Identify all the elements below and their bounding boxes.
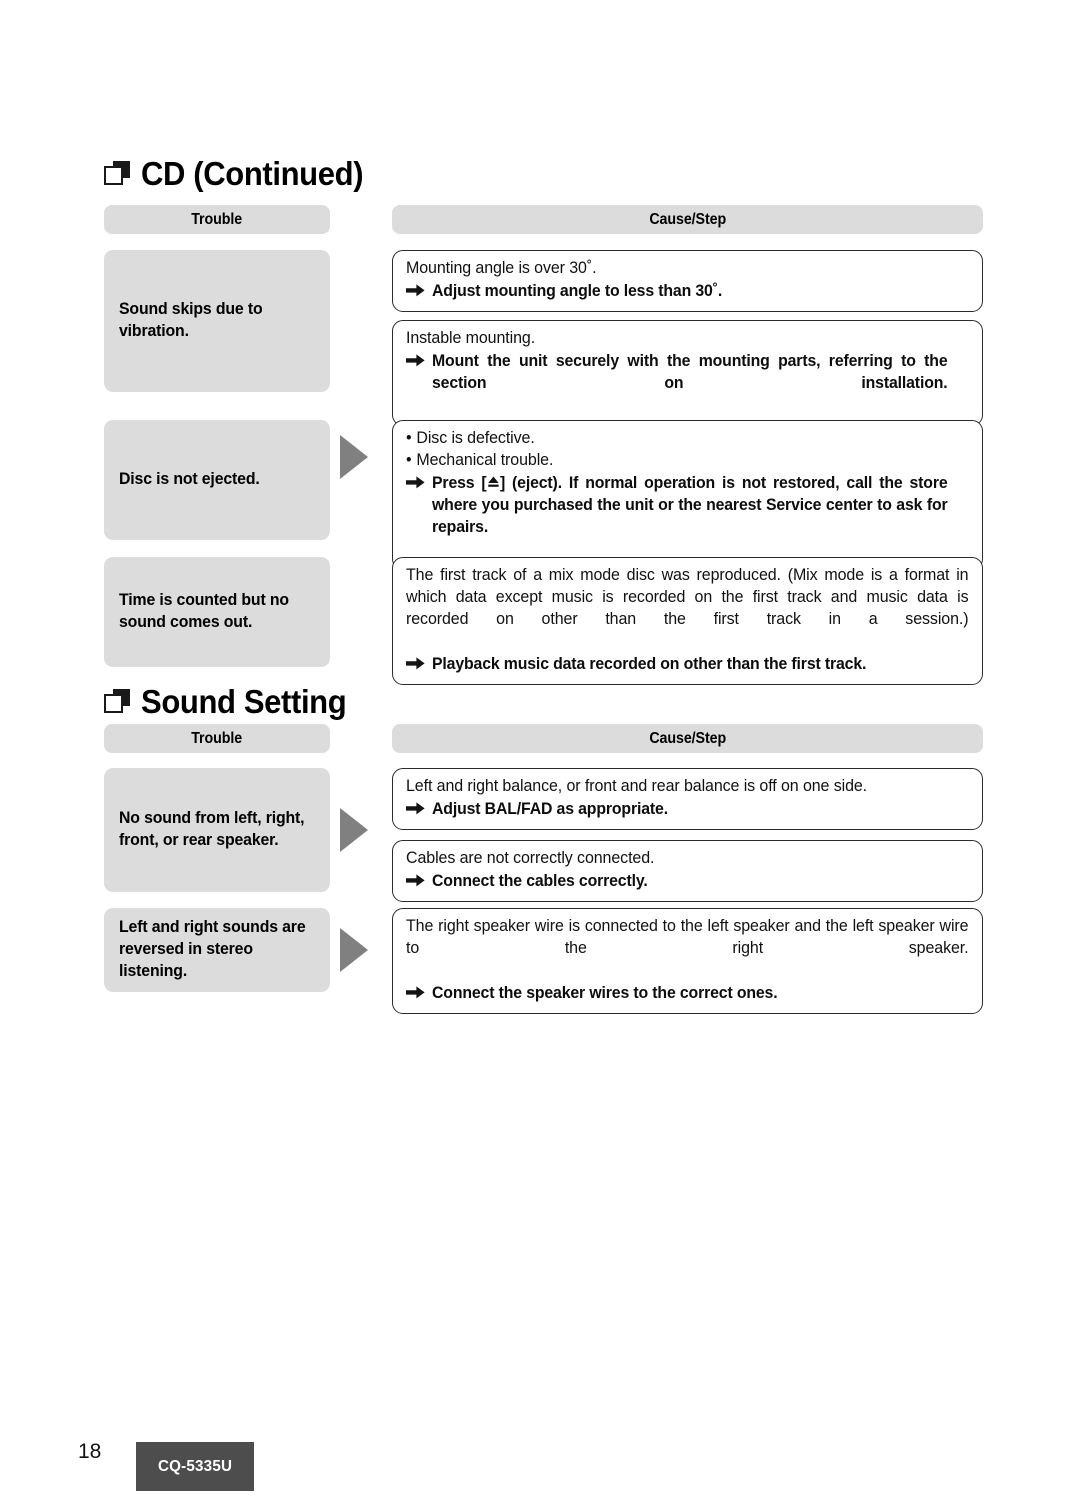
trouble-text: No sound from left, right, front, or rea… (119, 809, 305, 849)
trouble-text: Sound skips due to vibration. (119, 300, 263, 340)
table-row-trouble-cell: Left and right sounds are reversed in st… (104, 908, 330, 992)
cause-bullet: • Mechanical trouble. (406, 450, 968, 472)
row-connector-triangle-icon (340, 928, 368, 972)
row-connector-triangle-icon (340, 435, 368, 479)
arrow-right-icon (406, 351, 425, 417)
action-prefix: Press [ (432, 473, 487, 492)
column-header-trouble: Trouble (104, 724, 330, 753)
table-row-trouble-cell: No sound from left, right, front, or rea… (104, 768, 330, 892)
double-square-icon (104, 161, 130, 185)
action-step: Playback music data recorded on other th… (406, 654, 969, 676)
cause-text: Mounting angle is over 30˚. (406, 259, 597, 277)
cause-step-box: • Disc is defective. • Mechanical troubl… (392, 420, 983, 570)
action-text: Connect the cables correctly. (432, 871, 648, 890)
action-text: Adjust BAL/FAD as appropriate. (432, 799, 668, 818)
page-number: 18 (78, 1440, 102, 1463)
column-header-trouble: Trouble (104, 205, 330, 234)
cause-text: Disc is defective. (416, 429, 535, 447)
cause-step-box: Mounting angle is over 30˚. Adjust mount… (392, 250, 983, 312)
column-header-cause-step: Cause/Step (392, 205, 983, 234)
action-step: Mount the unit securely with the mountin… (406, 351, 969, 417)
action-step: Adjust BAL/FAD as appropriate. (406, 799, 969, 821)
cause-step-box: The right speaker wire is connected to t… (392, 908, 983, 1014)
row-connector-triangle-icon (340, 808, 368, 852)
action-step: Connect the speaker wires to the correct… (406, 983, 969, 1005)
table-row-trouble-cell: Time is counted but no sound comes out. (104, 557, 330, 667)
action-step: Adjust mounting angle to less than 30˚. (406, 281, 969, 303)
trouble-text: Left and right sounds are reversed in st… (119, 918, 306, 980)
cause-text: The first track of a mix mode disc was r… (406, 566, 969, 628)
action-text: Playback music data recorded on other th… (432, 654, 867, 673)
model-badge: CQ-5335U (136, 1442, 254, 1491)
trouble-text: Disc is not ejected. (119, 470, 260, 489)
action-text: Press [] (eject). If normal operation is… (432, 473, 948, 561)
action-text: Connect the speaker wires to the correct… (432, 983, 778, 1002)
section-heading-cd: CD (Continued) (104, 150, 377, 196)
arrow-right-icon (406, 281, 425, 303)
manual-page: CD (Continued) Trouble Cause/Step Sound … (0, 0, 1080, 1498)
cause-text: The right speaker wire is connected to t… (406, 917, 969, 957)
cause-step-box: Cables are not correctly connected. Conn… (392, 840, 983, 902)
arrow-right-icon (406, 473, 425, 561)
column-header-cause-step: Cause/Step (392, 724, 983, 753)
bullet-dot-icon: • (406, 429, 412, 447)
bullet-dot-icon: • (406, 450, 412, 469)
cause-text: Mechanical trouble. (416, 450, 554, 469)
arrow-right-icon (406, 654, 425, 676)
action-step: Press [] (eject). If normal operation is… (406, 473, 969, 561)
action-step: Connect the cables correctly. (406, 871, 969, 893)
action-text: Adjust mounting angle to less than 30˚. (432, 281, 723, 300)
cause-step-box: The first track of a mix mode disc was r… (392, 557, 983, 685)
cause-step-box: Left and right balance, or front and rea… (392, 768, 983, 830)
arrow-right-icon (406, 871, 425, 893)
model-name: CQ-5335U (157, 1457, 233, 1475)
section-heading-sound-setting: Sound Setting (104, 678, 359, 724)
cause-bullet: • Disc is defective. (406, 428, 968, 450)
section-title: Sound Setting (141, 682, 347, 720)
cause-text: Instable mounting. (406, 329, 536, 347)
section-title: CD (Continued) (141, 154, 364, 192)
arrow-right-icon (406, 983, 425, 1005)
action-suffix: ] (eject). If normal operation is not re… (432, 473, 948, 536)
trouble-text: Time is counted but no sound comes out. (119, 591, 289, 631)
action-text: Mount the unit securely with the mountin… (432, 351, 948, 392)
table-row-trouble-cell: Disc is not ejected. (104, 420, 330, 540)
double-square-icon (104, 689, 130, 713)
table-row-trouble-cell: Sound skips due to vibration. (104, 250, 330, 392)
cause-text: Cables are not correctly connected. (406, 849, 655, 867)
eject-icon (487, 474, 500, 488)
cause-text: Left and right balance, or front and rea… (406, 777, 868, 795)
arrow-right-icon (406, 799, 425, 821)
cause-step-box: Instable mounting. Mount the unit secure… (392, 320, 983, 426)
